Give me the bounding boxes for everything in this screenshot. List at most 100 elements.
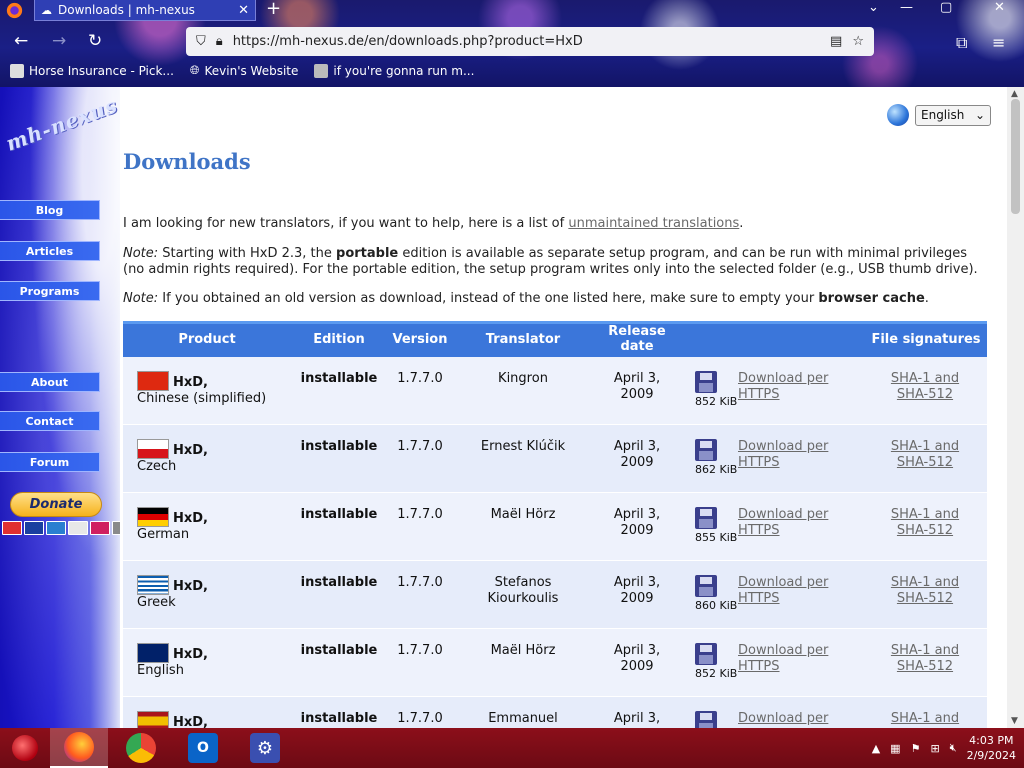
address-bar[interactable]: ⛉ 🔒︎ https://mh-nexus.de/en/downloads.ph…	[186, 27, 874, 56]
donate-button[interactable]: Donate	[10, 492, 102, 517]
release-date-cell: April 3, 2009	[613, 507, 661, 538]
reload-button[interactable]: ↻	[88, 33, 102, 50]
download-https-link[interactable]: Download per	[738, 711, 838, 727]
product-language: Greek	[137, 595, 176, 610]
nav-programs[interactable]: Programs	[0, 281, 100, 301]
download-https-link[interactable]: Download per HTTPS	[738, 643, 838, 675]
floppy-disk-icon[interactable]	[695, 439, 717, 461]
bookmark-label: Horse Insurance - Pick...	[29, 63, 174, 78]
globe-icon: 🌐︎	[189, 63, 200, 77]
scroll-down-icon[interactable]: ▼	[1011, 716, 1018, 726]
scrollbar-thumb[interactable]	[1011, 99, 1020, 214]
shield-icon[interactable]: ⛉	[196, 34, 206, 49]
url-text[interactable]: https://mh-nexus.de/en/downloads.php?pro…	[233, 34, 820, 49]
unmaintained-translations-link[interactable]: unmaintained translations	[568, 216, 739, 231]
menu-hamburger-icon[interactable]: ≡	[992, 33, 1005, 52]
outlook-app-icon: O	[188, 733, 218, 763]
table-row: HxD, installable 1.7.7.0 Emmanuel April …	[123, 697, 987, 728]
file-signatures-link[interactable]: SHA-1 and SHA-512	[883, 371, 967, 403]
page-scrollbar[interactable]: ▲ ▼	[1007, 87, 1024, 728]
note-label: Note:	[123, 291, 159, 306]
mastercard-icon	[2, 521, 22, 535]
floppy-disk-icon[interactable]	[695, 575, 717, 597]
flag-icon[interactable]: ⚑	[911, 742, 921, 755]
start-button[interactable]	[0, 728, 50, 768]
nav-forum[interactable]: Forum	[0, 452, 100, 472]
release-date-cell: April 3, 2009	[613, 643, 661, 674]
paragraph-text: .	[739, 216, 744, 231]
file-signatures-link[interactable]: SHA-1 and SHA-512	[883, 575, 967, 607]
language-dropdown[interactable]: English ⌄	[915, 104, 991, 126]
tray-chevron-up-icon[interactable]: ▲	[872, 742, 880, 755]
nav-articles[interactable]: Articles	[0, 241, 100, 261]
scroll-up-icon[interactable]: ▲	[1011, 89, 1018, 99]
nav-blog[interactable]: Blog	[0, 200, 100, 220]
table-row: HxD, Chinese (simplified) installable 1.…	[123, 357, 987, 425]
bookmark-star-icon[interactable]: ☆	[852, 34, 864, 49]
translators-paragraph: I am looking for new translators, if you…	[123, 216, 983, 232]
floppy-disk-icon[interactable]	[695, 643, 717, 665]
forward-button[interactable]: →	[52, 33, 66, 50]
bookmark-item[interactable]: if you're gonna run m...	[314, 63, 474, 78]
clock-date: 2/9/2024	[966, 749, 1016, 762]
file-signatures-link[interactable]: SHA-1 and SHA-512	[883, 643, 967, 675]
product-name: HxD,	[173, 579, 208, 594]
new-tab-button[interactable]: +	[266, 0, 281, 18]
floppy-disk-icon[interactable]	[695, 507, 717, 529]
header-file-signatures: File signatures	[871, 332, 981, 347]
product-name: HxD,	[173, 511, 208, 526]
tab-list-chevron-icon[interactable]: ⌄	[868, 0, 879, 15]
taskbar-firefox[interactable]	[50, 728, 108, 768]
edition-cell: installable	[300, 575, 378, 590]
table-body: HxD, Chinese (simplified) installable 1.…	[123, 357, 987, 728]
cache-note: Note: If you obtained an old version as …	[123, 291, 983, 307]
back-button[interactable]: ←	[14, 33, 28, 50]
floppy-disk-icon[interactable]	[695, 711, 717, 728]
table-header: Product Edition Version Translator Relea…	[123, 321, 987, 357]
edition-cell: installable	[300, 439, 378, 454]
download-https-link[interactable]: Download per HTTPS	[738, 371, 838, 403]
reader-view-icon[interactable]: ▤	[830, 34, 842, 49]
file-size: 862 KiB	[695, 463, 738, 476]
browser-tab-active[interactable]: ☁ Downloads | mh-nexus ✕	[34, 0, 256, 21]
taskbar-chrome[interactable]	[112, 728, 170, 768]
download-https-link[interactable]: Download per HTTPS	[738, 439, 838, 471]
tab-close-icon[interactable]: ✕	[238, 3, 249, 18]
greece-flag-icon	[137, 575, 169, 595]
language-selector[interactable]: English ⌄	[887, 104, 991, 126]
clock[interactable]: 4:03 PM 2/9/2024	[967, 733, 1016, 763]
minimize-icon[interactable]: —	[900, 0, 913, 15]
close-window-icon[interactable]: ✕	[994, 0, 1005, 15]
nav-contact[interactable]: Contact	[0, 411, 100, 431]
network-icon[interactable]: ▦	[890, 742, 900, 755]
download-https-link[interactable]: Download per HTTPS	[738, 507, 838, 539]
downloads-table: Product Edition Version Translator Relea…	[123, 321, 987, 728]
nav-about[interactable]: About	[0, 372, 100, 392]
bookmark-item[interactable]: Horse Insurance - Pick...	[10, 63, 174, 78]
connection-icon[interactable]: ⊞	[930, 742, 939, 755]
czech-flag-icon	[137, 439, 169, 459]
bookmark-item[interactable]: 🌐︎ Kevin's Website	[190, 63, 299, 78]
globe-icon	[887, 104, 909, 126]
file-signatures-link[interactable]: SHA-1 and SHA-512	[883, 507, 967, 539]
lock-icon[interactable]: 🔒︎	[216, 34, 223, 49]
taskbar-settings[interactable]: ⚙	[236, 728, 294, 768]
bank-icon	[112, 521, 120, 535]
firefox-icon[interactable]	[6, 2, 23, 19]
floppy-disk-icon[interactable]	[695, 371, 717, 393]
clock-time: 4:03 PM	[969, 734, 1014, 747]
site-sidebar: mh-nexus Blog Articles Programs About Co…	[0, 87, 120, 728]
site-logo[interactable]: mh-nexus	[3, 87, 120, 156]
edition-cell: installable	[300, 711, 378, 726]
extensions-icon[interactable]: ⧉	[956, 33, 967, 53]
bookmark-favicon-icon	[314, 63, 329, 78]
download-https-link[interactable]: Download per HTTPS	[738, 575, 838, 607]
volume-muted-icon[interactable]: 🔇︎	[950, 741, 957, 755]
header-release-date: Release date	[608, 324, 666, 354]
product-language: English	[137, 663, 184, 678]
file-signatures-link[interactable]: SHA-1 and SHA-512	[883, 439, 967, 471]
release-date-cell: April 3,	[613, 711, 661, 726]
taskbar-outlook[interactable]: O	[174, 728, 232, 768]
maximize-icon[interactable]: ▢	[940, 0, 952, 15]
file-signatures-link[interactable]: SHA-1 and	[883, 711, 967, 727]
